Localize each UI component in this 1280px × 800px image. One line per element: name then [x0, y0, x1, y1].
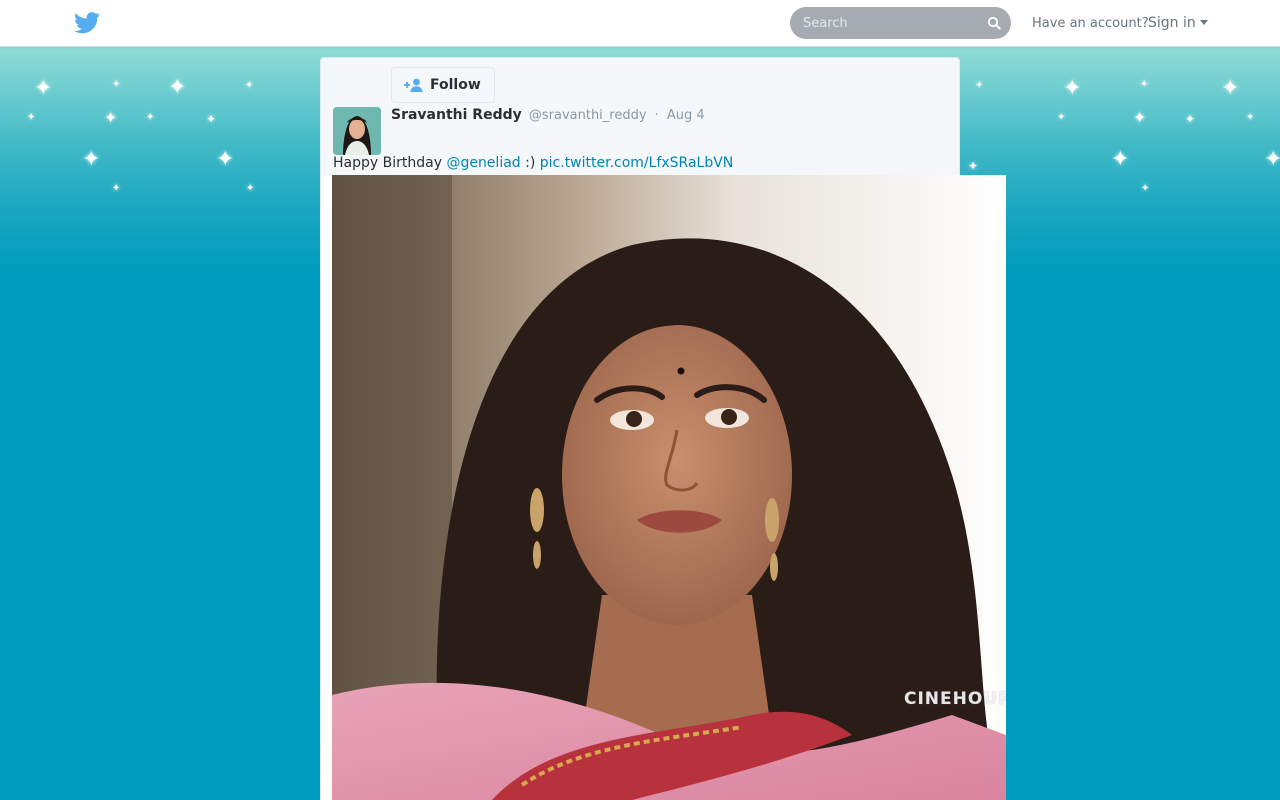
- tweet-photo[interactable]: CINEHOUR: [332, 175, 1006, 800]
- sparkle-icon: ✦: [1057, 112, 1066, 123]
- avatar-image: [333, 107, 381, 155]
- photo-watermark: CINEHOUR: [904, 689, 1006, 709]
- sparkle-icon: ✦: [246, 183, 255, 194]
- tweet-timestamp[interactable]: Aug 4: [667, 108, 705, 123]
- user-screenname[interactable]: @sravanthi_reddy: [529, 108, 647, 123]
- caret-down-icon: [1199, 20, 1208, 25]
- follow-button[interactable]: Follow: [391, 67, 495, 103]
- sparkle-icon: ✦: [112, 183, 121, 194]
- sparkle-icon: ✦: [1246, 112, 1255, 123]
- sparkle-icon: ✦: [1133, 108, 1147, 127]
- follow-label: Follow: [430, 77, 481, 93]
- add-user-icon: [404, 78, 423, 92]
- search-icon[interactable]: [987, 16, 1001, 30]
- sparkle-icon: ✦: [1221, 76, 1240, 101]
- sparkle-icon: ✦: [112, 79, 121, 90]
- sparkle-icon: ✦: [1264, 147, 1280, 172]
- tweet-text-prefix: Happy Birthday: [333, 155, 442, 171]
- twitter-bird-icon[interactable]: [74, 12, 100, 34]
- tweet-user-line: Sravanthi Reddy @sravanthi_reddy · Aug 4: [391, 104, 705, 123]
- separator-dot: ·: [654, 108, 659, 123]
- sparkle-icon: ✦: [206, 112, 217, 126]
- photo-link[interactable]: pic.twitter.com/LfxSRaLbVN: [540, 155, 734, 171]
- sparkle-icon: ✦: [216, 147, 235, 172]
- have-account-label: Have an account?: [1032, 16, 1149, 31]
- sparkle-icon: ✦: [245, 80, 254, 91]
- sign-in-dropdown[interactable]: Sign in: [1148, 15, 1208, 31]
- sparkle-icon: ✦: [1140, 79, 1149, 90]
- sparkle-icon: ✦: [1185, 112, 1196, 126]
- sign-in-label: Sign in: [1148, 15, 1196, 31]
- sparkle-icon: ✦: [975, 80, 984, 91]
- sparkle-icon: ✦: [34, 76, 53, 101]
- top-navigation-bar: Have an account? Sign in: [0, 0, 1280, 47]
- search-input[interactable]: [790, 7, 980, 39]
- sparkle-icon: ✦: [168, 75, 187, 100]
- user-fullname[interactable]: Sravanthi Reddy: [391, 107, 522, 123]
- tweet-text: Happy Birthday @geneliad :) pic.twitter.…: [333, 155, 733, 171]
- sparkle-icon: ✦: [1111, 147, 1130, 172]
- sparkle-icon: ✦: [1141, 183, 1150, 194]
- sparkle-icon: ✦: [82, 147, 101, 172]
- sparkle-icon: ✦: [968, 159, 979, 173]
- avatar[interactable]: [333, 107, 381, 155]
- sparkle-icon: ✦: [27, 112, 36, 123]
- sparkle-icon: ✦: [104, 108, 118, 127]
- search-box: [790, 7, 1011, 39]
- tweet-text-suffix: :): [525, 155, 536, 171]
- sparkle-icon: ✦: [1063, 76, 1082, 101]
- mention-link[interactable]: @geneliad: [446, 155, 520, 171]
- sparkle-icon: ✦: [146, 112, 155, 123]
